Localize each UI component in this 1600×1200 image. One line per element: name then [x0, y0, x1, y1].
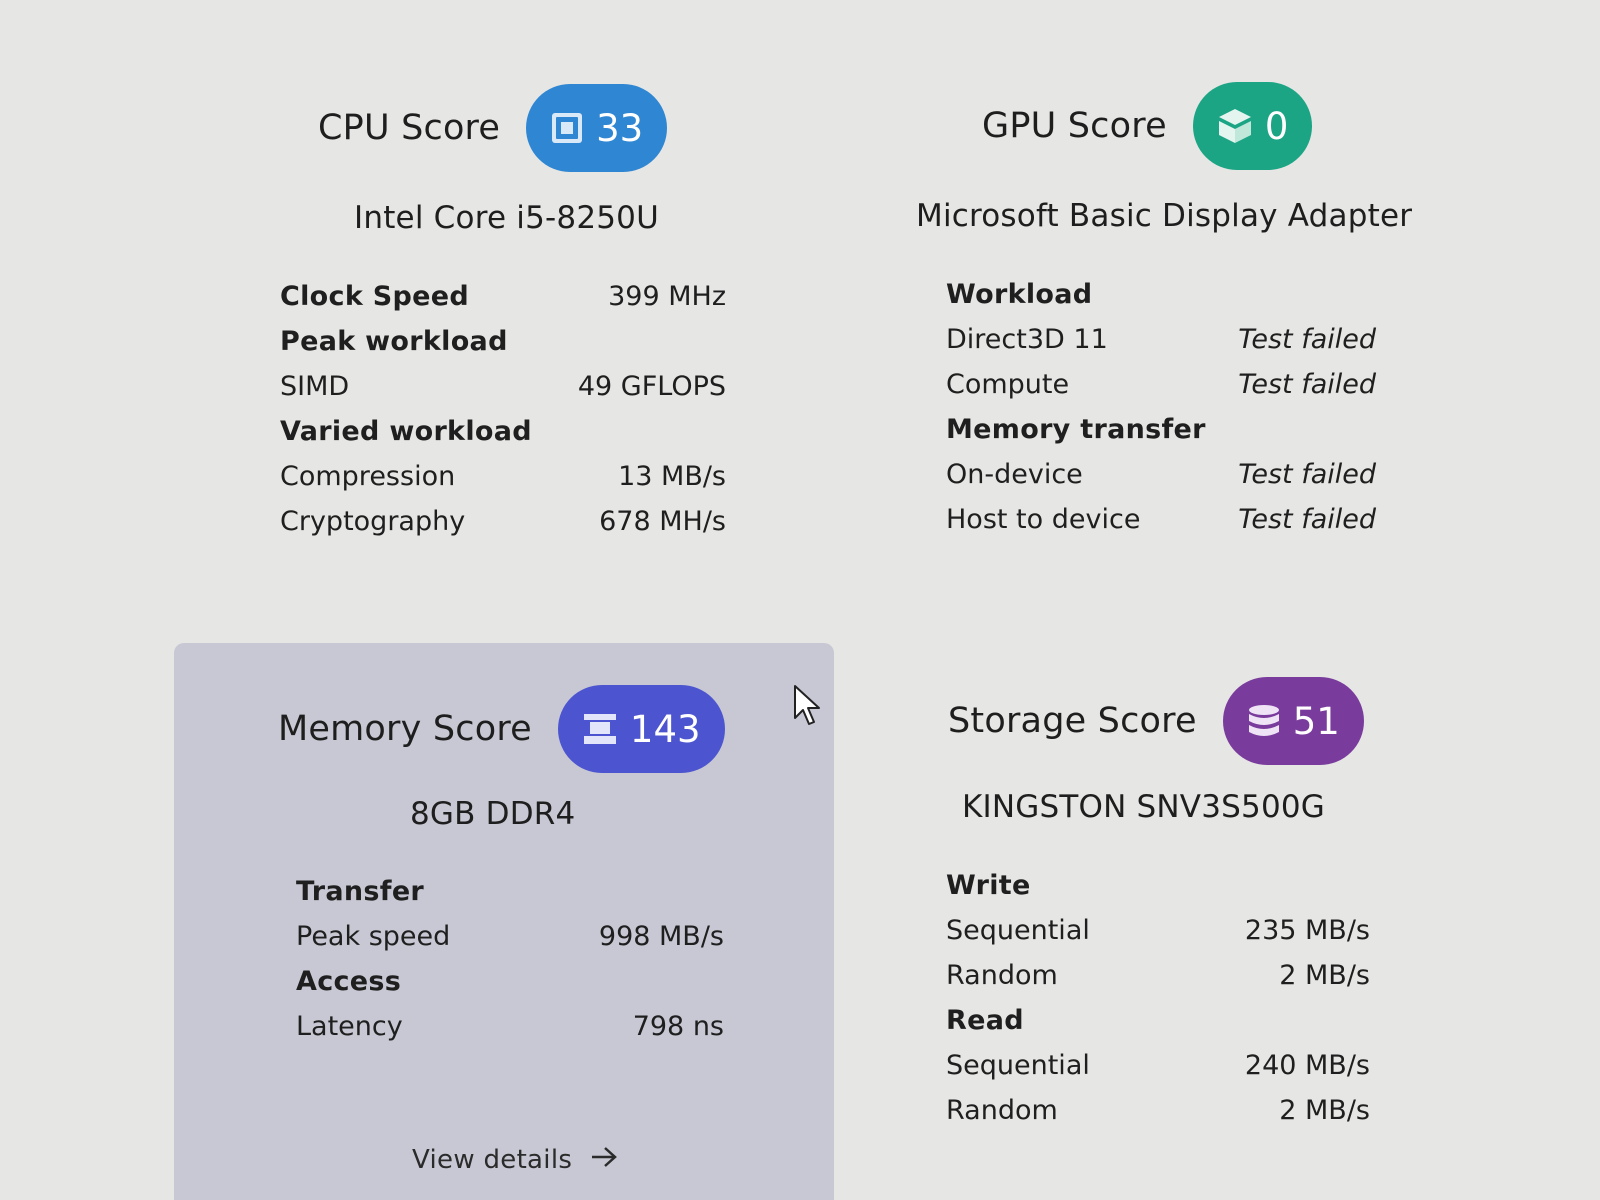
memory-score-card[interactable]: Memory Score 143 8GB DDR4 Transfer Peak s… — [174, 643, 834, 1200]
metric-value: 49 GFLOPS — [577, 371, 726, 402]
cpu-score-card[interactable]: CPU Score 33 Intel Core i5-8250U Clock S… — [250, 60, 750, 580]
metric-label: Host to device — [946, 504, 1141, 535]
processor-icon — [550, 111, 584, 145]
metric-section-label: Workload — [946, 279, 1093, 310]
view-details-label[interactable]: View details — [412, 1145, 572, 1175]
memory-module-icon — [582, 712, 618, 746]
metric-row: Sequential 235 MB/s — [946, 908, 1370, 953]
metric-label: Sequential — [946, 1050, 1090, 1081]
metric-section-row: Varied workload — [280, 409, 726, 454]
metric-value: 998 MB/s — [598, 921, 724, 952]
metric-value: Test failed — [1238, 324, 1376, 355]
metric-value: 240 MB/s — [1244, 1050, 1370, 1081]
metric-value: 13 MB/s — [618, 461, 726, 492]
metric-row: Compression 13 MB/s — [280, 454, 726, 499]
memory-score-value: 143 — [629, 707, 701, 751]
storage-device-name: KINGSTON SNV3S500G — [962, 789, 1326, 825]
gpu-score-header: GPU Score 0 — [982, 82, 1313, 170]
metric-label: Sequential — [946, 915, 1090, 946]
gpu-score-card[interactable]: GPU Score 0 Microsoft Basic Display Adap… — [900, 60, 1412, 580]
metric-value: 678 MH/s — [599, 506, 726, 537]
metric-value: Test failed — [1238, 369, 1376, 400]
metric-section-row: Access — [296, 959, 724, 1004]
cube-icon — [1217, 107, 1253, 145]
metric-label: Peak speed — [296, 921, 451, 952]
metric-section-row: Write — [946, 863, 1370, 908]
cpu-metrics: Clock Speed 399 MHz Peak workload SIMD 49 GF… — [280, 274, 726, 544]
metric-label: Direct3D 11 — [946, 324, 1108, 355]
metric-section-label: Write — [946, 870, 1031, 901]
metric-label: Random — [946, 1095, 1058, 1126]
storage-metrics: Write Sequential 235 MB/s Random 2 MB/s Read S… — [946, 863, 1370, 1133]
metric-row: Latency 798 ns — [296, 1004, 724, 1049]
metric-section-label: Read — [946, 1005, 1024, 1036]
metric-section-row: Memory transfer — [946, 407, 1376, 452]
gpu-score-badge: 0 — [1192, 82, 1313, 170]
metric-row: Cryptography 678 MH/s — [280, 499, 726, 544]
memory-score-title: Memory Score — [278, 709, 532, 749]
metric-section-label: Memory transfer — [946, 414, 1206, 445]
metric-value: 2 MB/s — [1279, 960, 1370, 991]
metric-label: Latency — [296, 1011, 403, 1042]
metric-section-row: Workload — [946, 272, 1376, 317]
metric-section-label: Clock Speed — [280, 281, 470, 312]
metric-row: Random 2 MB/s — [946, 953, 1370, 998]
cpu-device-name: Intel Core i5-8250U — [354, 200, 659, 236]
metric-row: Random 2 MB/s — [946, 1088, 1370, 1133]
gpu-device-name: Microsoft Basic Display Adapter — [916, 198, 1413, 234]
metric-label: On-device — [946, 459, 1083, 490]
metric-section-row: Transfer — [296, 869, 724, 914]
arrow-right-icon — [590, 1145, 618, 1175]
cpu-score-title: CPU Score — [318, 108, 501, 148]
memory-metrics: Transfer Peak speed 998 MB/s Access Latency 7… — [296, 869, 724, 1049]
gpu-metrics: Workload Direct3D 11 Test failed Compute Tes… — [946, 272, 1376, 542]
memory-device-name: 8GB DDR4 — [410, 796, 576, 832]
metric-row: Host to device Test failed — [946, 497, 1376, 542]
metric-value: Test failed — [1238, 504, 1376, 535]
metric-section-label: Access — [296, 966, 402, 997]
storage-score-card[interactable]: Storage Score 51 KINGSTON SNV3S500G Writ… — [900, 643, 1400, 1163]
gpu-score-value: 0 — [1264, 104, 1289, 148]
metric-label: Cryptography — [280, 506, 466, 537]
metric-label: Random — [946, 960, 1058, 991]
metric-section-label: Transfer — [296, 876, 425, 907]
storage-score-header: Storage Score 51 — [948, 677, 1364, 765]
metric-row: SIMD 49 GFLOPS — [280, 364, 726, 409]
cpu-score-header: CPU Score 33 — [318, 84, 668, 172]
memory-score-badge: 143 — [557, 685, 725, 773]
metric-row: Compute Test failed — [946, 362, 1376, 407]
metric-value: Test failed — [1238, 459, 1376, 490]
metric-section-row: Peak workload — [280, 319, 726, 364]
metric-section-label: Varied workload — [280, 416, 532, 447]
metric-label: Compute — [946, 369, 1070, 400]
metric-row: Direct3D 11 Test failed — [946, 317, 1376, 362]
metric-row: Peak speed 998 MB/s — [296, 914, 724, 959]
database-icon — [1247, 703, 1281, 739]
metric-label: Compression — [280, 461, 456, 492]
metric-section-label: Peak workload — [280, 326, 508, 357]
storage-score-title: Storage Score — [948, 701, 1197, 741]
metric-row: On-device Test failed — [946, 452, 1376, 497]
metric-value: 235 MB/s — [1244, 915, 1370, 946]
memory-score-header: Memory Score 143 — [278, 685, 725, 773]
gpu-score-title: GPU Score — [982, 106, 1167, 146]
view-details-link[interactable]: View details — [412, 1145, 618, 1175]
mouse-pointer-icon — [793, 684, 823, 732]
cpu-score-badge: 33 — [526, 84, 668, 172]
metric-section-row: Read — [946, 998, 1370, 1043]
metric-value: 399 MHz — [608, 281, 726, 312]
storage-score-badge: 51 — [1222, 677, 1364, 765]
metric-row: Sequential 240 MB/s — [946, 1043, 1370, 1088]
metric-value: 798 ns — [632, 1011, 724, 1042]
metric-label: SIMD — [280, 371, 350, 402]
cpu-score-value: 33 — [596, 106, 644, 150]
storage-score-value: 51 — [1292, 699, 1340, 743]
metric-value: 2 MB/s — [1279, 1095, 1370, 1126]
metric-section-row: Clock Speed 399 MHz — [280, 274, 726, 319]
